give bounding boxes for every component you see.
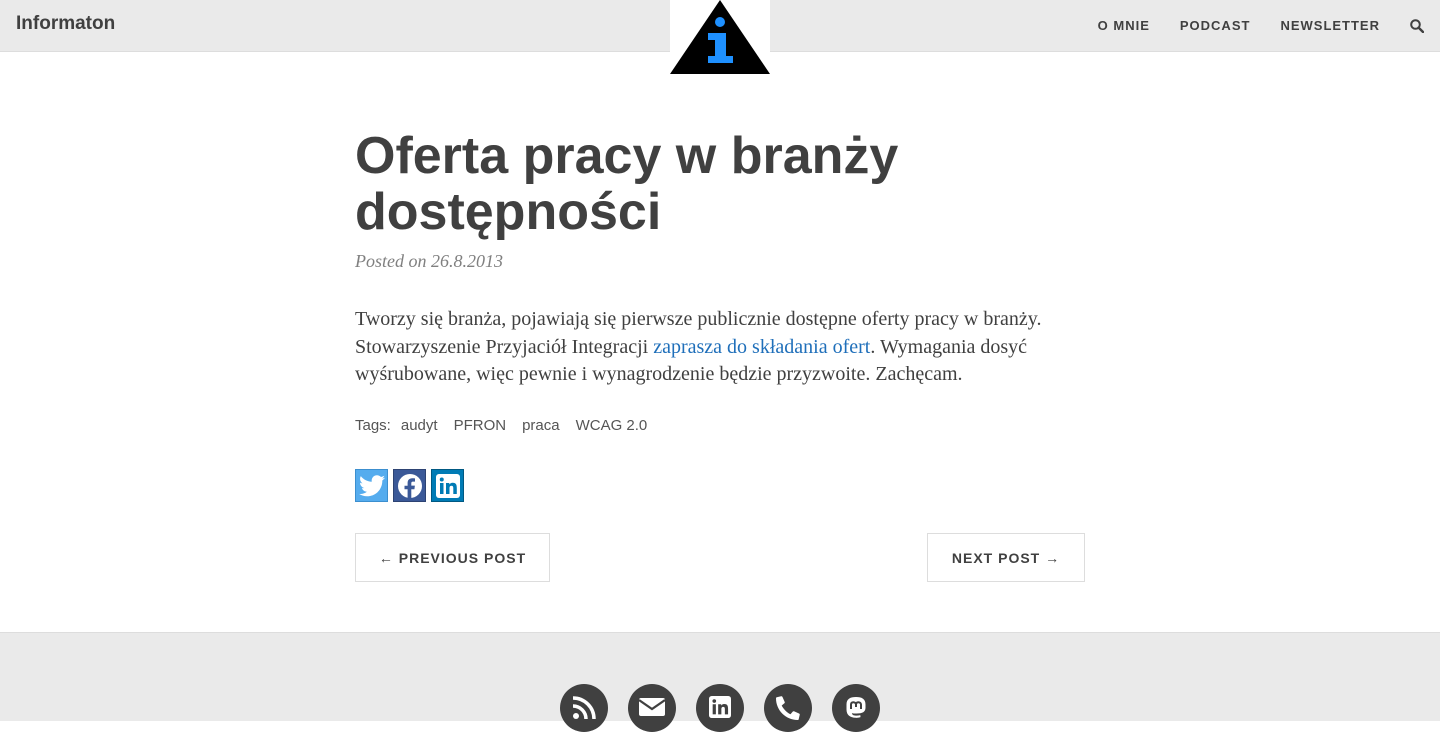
tags: Tags: audyt PFRON praca WCAG 2.0 [355,417,663,434]
post-title: Oferta pracy w branży dostępności [355,127,899,241]
tag-pfron[interactable]: PFRON [454,417,507,434]
next-post-button[interactable]: NEXT POST → [927,533,1085,582]
share-facebook-button[interactable] [393,469,426,502]
info-triangle-logo-icon [670,0,770,74]
nav-newsletter[interactable]: NEWSLETTER [1280,18,1380,33]
footer-rss-button[interactable] [560,684,608,732]
linkedin-icon [435,473,460,498]
twitter-icon [358,474,385,496]
post-body: Tworzy się branża, pojawiają się pierwsz… [355,306,1085,389]
facebook-icon [397,473,422,499]
share-linkedin-button[interactable] [431,469,464,502]
mastodon-icon [846,697,866,718]
phone-icon [776,696,800,720]
nav-podcast[interactable]: PODCAST [1180,18,1251,33]
email-icon [639,698,665,716]
brand-link[interactable]: Informaton [16,13,115,35]
tag-audyt[interactable]: audyt [401,417,438,434]
navbar: Informaton O MNIE PODCAST NEWSLETTER [0,0,1440,74]
offer-link[interactable]: zaprasza do składania ofert [653,336,870,358]
nav-o-mnie[interactable]: O MNIE [1098,18,1150,33]
footer-mastodon-button[interactable] [832,684,880,732]
rss-icon [572,696,596,720]
footer-phone-button[interactable] [764,684,812,732]
tag-wcag[interactable]: WCAG 2.0 [576,417,648,434]
previous-post-button[interactable]: ← PREVIOUS POST [355,533,550,582]
footer-linkedin-button[interactable] [696,684,744,732]
share-buttons [355,469,469,502]
share-twitter-button[interactable] [355,469,388,502]
search-icon[interactable] [1410,18,1424,33]
site-logo[interactable] [670,0,770,74]
tag-praca[interactable]: praca [522,417,560,434]
tags-label: Tags: [355,417,391,434]
footer [0,632,1440,732]
nav-links: O MNIE PODCAST NEWSLETTER [1098,0,1440,51]
footer-social-icons [560,684,900,732]
footer-email-button[interactable] [628,684,676,732]
linkedin-icon [709,696,731,718]
post-date: Posted on 26.8.2013 [355,251,503,271]
